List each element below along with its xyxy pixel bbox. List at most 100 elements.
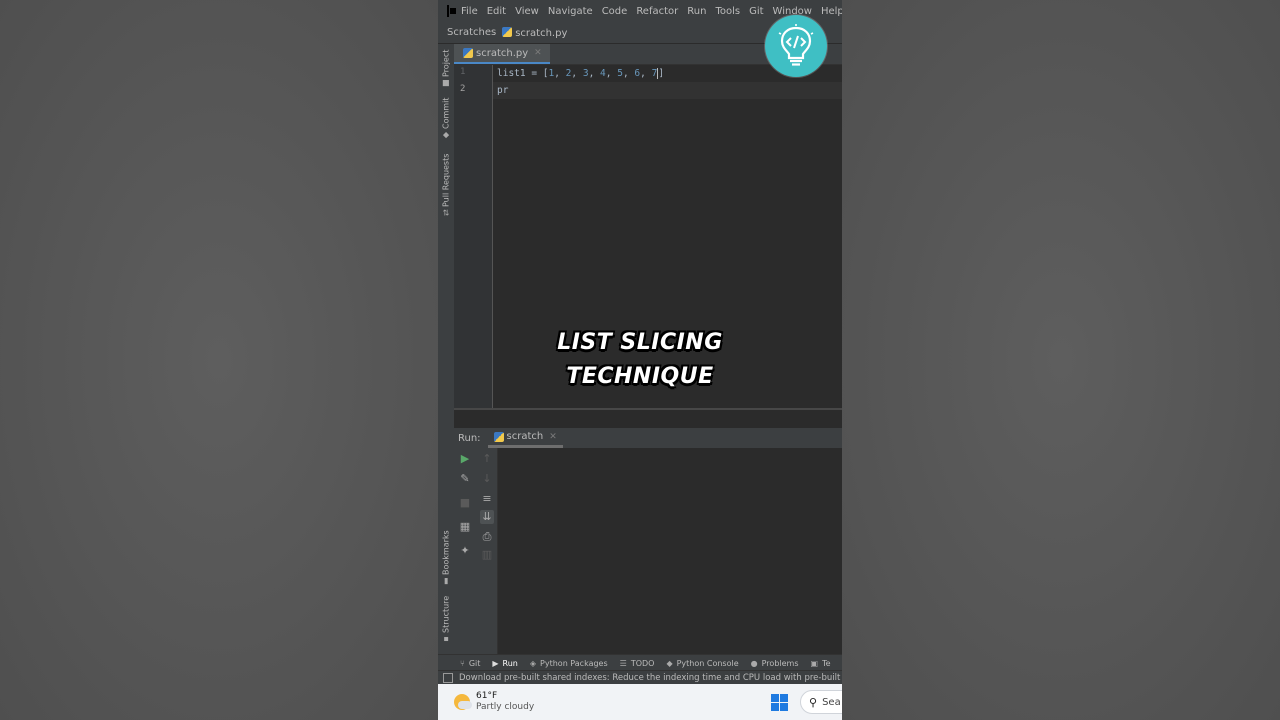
rerun-icon[interactable]: ▶ <box>458 452 472 466</box>
status-toggle-icon[interactable] <box>443 673 453 683</box>
tool-window-git[interactable]: ⑂ Git <box>460 659 480 668</box>
run-toolbar-secondary: ↑ ↓ ≡ ⇊ ⎙ ▥ <box>476 448 498 654</box>
code-number: 4 <box>600 68 606 79</box>
menu-view[interactable]: View <box>515 6 539 17</box>
run-console-output[interactable] <box>498 448 842 654</box>
code-token: ] <box>657 68 665 79</box>
tool-window-python-packages-label: Python Packages <box>540 658 608 668</box>
code-token: pr <box>497 85 509 96</box>
tool-window-todo[interactable]: ☰ TODO <box>620 659 655 668</box>
soft-wrap-icon[interactable]: ≡ <box>480 492 494 506</box>
tool-tab-commit[interactable]: ◆ Commit <box>438 97 454 141</box>
menu-run[interactable]: Run <box>687 6 706 17</box>
breadcrumb-file[interactable]: scratch.py <box>502 26 567 39</box>
tool-tab-structure-label: Structure <box>441 595 451 633</box>
menu-git[interactable]: Git <box>749 6 763 17</box>
menu-edit[interactable]: Edit <box>487 6 506 17</box>
tool-window-problems-label: Problems <box>761 658 799 668</box>
line-number: 1 <box>460 67 466 77</box>
run-tab-label: scratch <box>506 431 544 442</box>
stop-icon[interactable]: ■ <box>458 496 472 510</box>
python-file-icon <box>463 48 473 58</box>
partly-cloudy-icon <box>454 694 472 710</box>
run-panel-header: Run: scratch ✕ <box>454 428 842 448</box>
panel-splitter[interactable] <box>454 408 842 430</box>
taskbar-search[interactable]: ⚲ Sea <box>800 690 842 714</box>
editor-tab-label: scratch.py <box>476 47 529 59</box>
structure-icon: ▪ <box>441 635 451 645</box>
ide-window: File Edit View Navigate Code Refactor Ru… <box>438 0 842 720</box>
caption-line-1: LIST SLICING <box>557 330 723 355</box>
menu-tools[interactable]: Tools <box>715 6 740 17</box>
info-icon: ● <box>750 658 758 668</box>
code-lightbulb-logo-icon <box>765 15 827 77</box>
menu-code[interactable]: Code <box>602 6 628 17</box>
menu-help[interactable]: Help <box>821 6 842 17</box>
tool-tab-structure[interactable]: ▪ Structure <box>438 595 454 645</box>
layout-icon[interactable]: ▦ <box>458 520 472 534</box>
close-icon[interactable]: ✕ <box>549 432 557 442</box>
pull-request-icon: ⇄ <box>441 209 451 217</box>
python-console-icon: ◆ <box>666 658 673 668</box>
tool-tab-pull-requests[interactable]: ⇄ Pull Requests <box>438 154 454 217</box>
weather-condition: Partly cloudy <box>476 702 535 712</box>
code-number: 6 <box>634 68 641 79</box>
layers-icon: ◈ <box>529 658 537 668</box>
tool-window-terminal-label: Te <box>822 658 831 668</box>
python-run-icon <box>493 431 504 442</box>
menu-file[interactable]: File <box>461 6 478 17</box>
tool-window-python-console-label: Python Console <box>676 658 739 668</box>
taskbar-search-label: Sea <box>822 696 841 708</box>
tool-tab-project-label: Project <box>441 49 451 77</box>
weather-temperature: 61°F <box>476 691 498 701</box>
tool-window-todo-label: TODO <box>630 658 655 668</box>
editor-tab-scratch-py[interactable]: scratch.py ✕ <box>454 44 550 64</box>
tool-tab-bookmarks[interactable]: ▮ Bookmarks <box>438 530 454 586</box>
tool-window-python-packages[interactable]: ◈ Python Packages <box>530 659 608 668</box>
scroll-to-end-icon[interactable]: ⇊ <box>480 510 494 524</box>
blurred-background-right <box>842 0 1280 720</box>
pin-icon[interactable]: ✦ <box>458 544 472 558</box>
wrench-icon[interactable]: ✎ <box>458 472 472 486</box>
tool-window-problems[interactable]: ● Problems <box>751 659 799 668</box>
tool-window-python-console[interactable]: ◆ Python Console <box>666 659 738 668</box>
tool-window-run[interactable]: ▶ Run <box>492 659 518 668</box>
caption-line-2: TECHNIQUE <box>566 364 714 389</box>
search-icon: ⚲ <box>809 695 818 709</box>
folder-icon: ■ <box>441 79 451 89</box>
run-toolbar-primary: ▶ ✎ ■ ▦ ✦ <box>454 448 476 654</box>
lightbulb-icon <box>778 24 814 66</box>
print-icon[interactable]: ⎙ <box>480 530 494 544</box>
code-number: 5 <box>617 68 623 79</box>
tool-tab-project[interactable]: ■ Project <box>438 48 454 90</box>
code-line-2: pr <box>493 82 842 99</box>
menu-navigate[interactable]: Navigate <box>548 6 593 17</box>
run-panel-label: Run: <box>458 432 481 444</box>
windows-start-icon[interactable] <box>771 694 788 711</box>
code-token: list1 = [ <box>497 68 549 79</box>
tool-window-bar: ⑂ Git ▶ Run ◈ Python Packages ☰ TODO ◆ Python… <box>438 654 842 671</box>
tool-tab-bookmarks-label: Bookmarks <box>441 529 451 575</box>
breadcrumb-scratches[interactable]: Scratches <box>447 27 496 38</box>
commit-icon: ◆ <box>441 131 451 141</box>
tool-window-terminal[interactable]: ▣ Te <box>811 659 831 668</box>
video-caption-overlay: LIST SLICING TECHNIQUE <box>438 326 842 394</box>
run-tab-scratch[interactable]: scratch ✕ <box>487 428 563 448</box>
python-file-icon <box>502 26 513 37</box>
line-number: 2 <box>460 84 466 94</box>
git-branch-icon: ⑂ <box>460 658 465 668</box>
tool-tab-commit-label: Commit <box>441 97 451 129</box>
code-number: 2 <box>565 68 572 79</box>
arrow-down-icon[interactable]: ↓ <box>480 472 494 486</box>
arrow-up-icon[interactable]: ↑ <box>480 452 494 466</box>
status-message[interactable]: Download pre-built shared indexes: Reduc… <box>459 673 842 683</box>
status-bar: Download pre-built shared indexes: Reduc… <box>438 670 842 685</box>
blurred-background-left <box>0 0 438 720</box>
close-icon[interactable]: ✕ <box>534 48 542 58</box>
tool-window-git-label: Git <box>468 658 481 668</box>
trash-icon[interactable]: ▥ <box>480 548 494 562</box>
weather-text: 61°F Partly cloudy <box>476 691 534 713</box>
weather-widget[interactable]: 61°F Partly cloudy <box>454 691 534 713</box>
menu-refactor[interactable]: Refactor <box>636 6 678 17</box>
pycharm-logo-icon <box>447 5 456 17</box>
